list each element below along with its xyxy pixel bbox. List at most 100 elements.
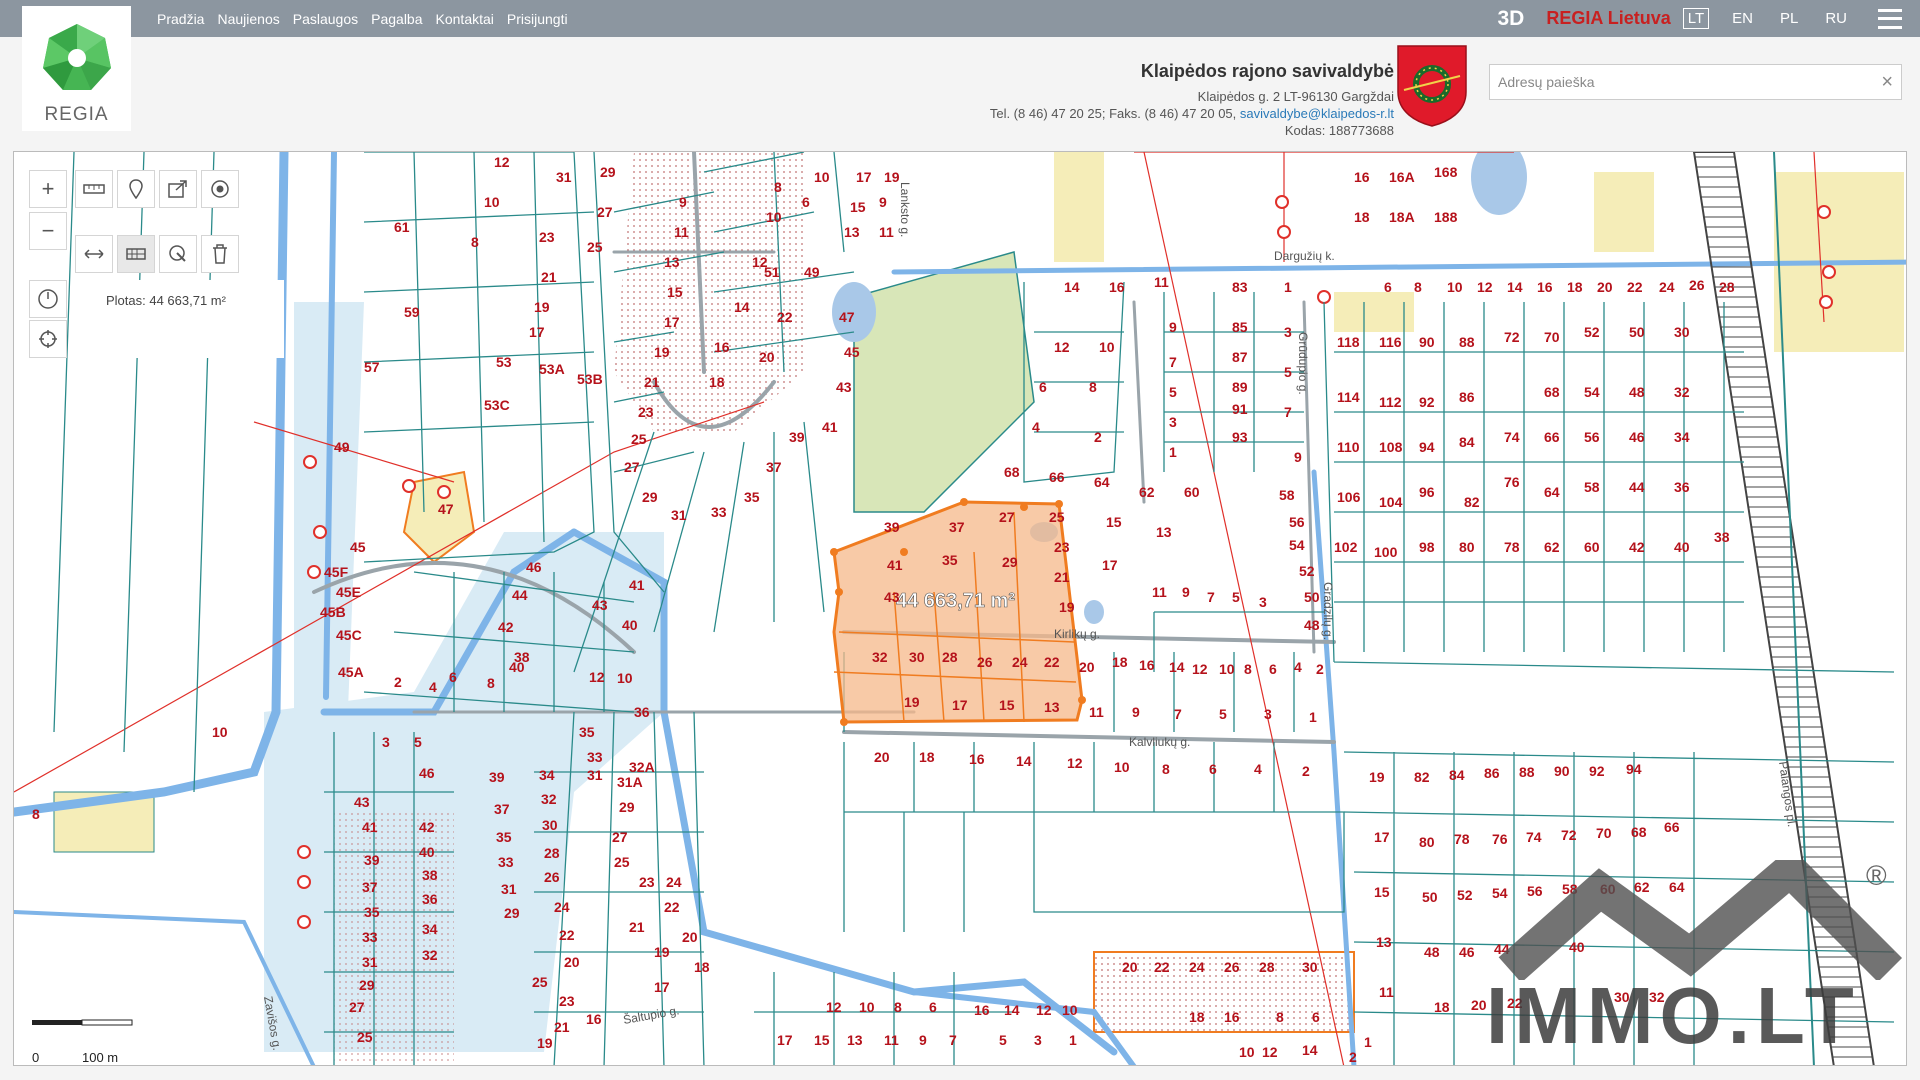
parcel-number: 36 <box>634 704 650 720</box>
parcel-number: 13 <box>1156 524 1172 540</box>
parcel-number: 3 <box>1034 1032 1042 1048</box>
zoom-in-button[interactable]: + <box>29 170 67 208</box>
coat-of-arms-icon <box>1397 45 1467 127</box>
history-button[interactable] <box>29 280 67 318</box>
parcel-number: 54 <box>1289 537 1305 553</box>
parcel-number: 98 <box>1419 539 1435 555</box>
parcel-number: 2 <box>394 674 402 690</box>
locate-button[interactable] <box>201 170 239 208</box>
regia-logo[interactable]: REGIA <box>22 6 131 131</box>
parcel-number: 3 <box>1259 594 1267 610</box>
language-ru[interactable]: RU <box>1821 9 1851 28</box>
parcel-number: 59 <box>404 304 420 320</box>
parcel-number: 10 <box>212 724 228 740</box>
parcel-number: 9 <box>919 1032 927 1048</box>
parcel-number: 35 <box>364 904 380 920</box>
parcel-number: 15 <box>1374 884 1390 900</box>
parcel-number: 43 <box>354 794 370 810</box>
parcel-number: 21 <box>629 919 645 935</box>
main-navigation: Pradžia Naujienos Paslaugos Pagalba Kont… <box>157 0 568 37</box>
municipality-code: Kodas: 188773688 <box>1284 123 1394 138</box>
share-button[interactable] <box>159 170 197 208</box>
parcel-number: 86 <box>1459 389 1475 405</box>
parcel-number: 45E <box>336 584 361 600</box>
zoom-out-button[interactable]: − <box>29 212 67 250</box>
parcel-number: 17 <box>529 324 545 340</box>
parcel-number: 66 <box>1544 429 1560 445</box>
nav-link-services[interactable]: Paslaugos <box>293 11 358 27</box>
parcel-number: 5 <box>1169 384 1177 400</box>
street-label: Kirlikų g. <box>1054 627 1100 641</box>
add-marker-button[interactable] <box>117 170 155 208</box>
language-lt[interactable]: LT <box>1682 8 1710 29</box>
parcel-number: 26 <box>1689 277 1705 293</box>
my-location-button[interactable] <box>29 320 67 358</box>
parcel-number: 78 <box>1454 831 1470 847</box>
parcel-number: 22 <box>1627 279 1643 295</box>
parcel-number: 94 <box>1626 761 1642 777</box>
measure-distance-button[interactable] <box>75 170 113 208</box>
parcel-number: 22 <box>664 899 680 915</box>
parcel-number: 31A <box>617 774 643 790</box>
parcel-number: 37 <box>949 519 965 535</box>
hamburger-menu-icon[interactable] <box>1878 8 1902 29</box>
search-clear-icon[interactable]: × <box>1881 71 1893 94</box>
parcel-number: 4 <box>1032 419 1040 435</box>
parcel-number: 20 <box>1471 997 1487 1013</box>
address-search-input[interactable] <box>1490 65 1858 99</box>
regia-lietuva-link[interactable]: REGIA Lietuva <box>1546 8 1670 29</box>
nav-link-login[interactable]: Prisijungti <box>507 11 568 27</box>
parcel-number: 10 <box>1062 1002 1078 1018</box>
parcel-number: 110 <box>1337 439 1360 455</box>
parcel-number: 8 <box>1244 661 1252 677</box>
parcel-number: 21 <box>1054 569 1070 585</box>
3d-view-button[interactable]: 3D <box>1498 7 1525 31</box>
parcel-number: 46 <box>1629 429 1645 445</box>
parcel-number: 90 <box>1419 334 1435 350</box>
parcel-number: 116 <box>1379 334 1402 350</box>
parcel-number: 9 <box>1294 449 1302 465</box>
parcel-number: 11 <box>1089 704 1104 720</box>
parcel-number: 42 <box>498 619 514 635</box>
parcel-number: 2 <box>1094 429 1102 445</box>
parcel-number: 68 <box>1544 384 1560 400</box>
parcel-number: 52 <box>1584 324 1600 340</box>
parcel-number: 27 <box>612 829 628 845</box>
language-pl[interactable]: PL <box>1776 9 1802 28</box>
parcel-number: 39 <box>489 769 505 785</box>
parcel-number: 12 <box>589 669 605 685</box>
parcel-number: 1 <box>1309 709 1317 725</box>
parcel-number: 12 <box>1192 661 1208 677</box>
municipality-email-link[interactable]: savivaldybe@klaipedos-r.lt <box>1240 106 1394 121</box>
parcel-number: 66 <box>1049 469 1065 485</box>
measure-area-button[interactable] <box>117 235 155 273</box>
parcel-number: 36 <box>1674 479 1690 495</box>
measure-length-button[interactable] <box>75 235 113 273</box>
nav-link-news[interactable]: Naujienos <box>217 11 279 27</box>
parcel-number: 37 <box>766 459 782 475</box>
identify-button[interactable] <box>159 235 197 273</box>
parcel-number: 18 <box>919 749 935 765</box>
language-en[interactable]: EN <box>1728 9 1757 28</box>
parcel-number: 11 <box>1154 274 1169 290</box>
parcel-number: 14 <box>1016 753 1032 769</box>
delete-button[interactable] <box>201 235 239 273</box>
parcel-number: 34 <box>1674 429 1690 445</box>
parcel-number: 9 <box>679 194 687 210</box>
parcel-number: 20 <box>1597 279 1613 295</box>
parcel-number: 6 <box>929 999 937 1015</box>
nav-link-help[interactable]: Pagalba <box>371 11 422 27</box>
parcel-number: 52 <box>1457 887 1473 903</box>
parcel-number: 18 <box>1112 654 1128 670</box>
parcel-number: 30 <box>542 817 558 833</box>
parcel-number: 23 <box>639 874 655 890</box>
parcel-number: 17 <box>1374 829 1390 845</box>
nav-link-contacts[interactable]: Kontaktai <box>436 11 494 27</box>
parcel-number: 8 <box>1276 1009 1284 1025</box>
parcel-number: 60 <box>1584 539 1600 555</box>
parcel-number: 20 <box>1122 959 1138 975</box>
nav-link-home[interactable]: Pradžia <box>157 11 204 27</box>
parcel-number: 2 <box>1349 1049 1357 1065</box>
parcel-number: 35 <box>579 724 595 740</box>
parcel-number: 15 <box>850 199 866 215</box>
